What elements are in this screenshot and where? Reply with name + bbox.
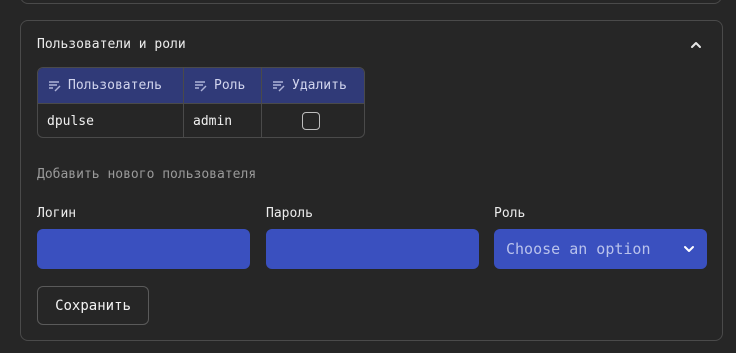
table-header: Пользователь Роль Удалить (38, 68, 364, 104)
column-label: Роль (214, 78, 246, 93)
edit-lines-icon (273, 80, 285, 91)
delete-cell (262, 104, 364, 137)
password-input[interactable] (266, 229, 479, 269)
login-label: Логин (37, 206, 77, 221)
login-input[interactable] (37, 229, 250, 269)
card-title: Пользователи и роли (37, 37, 186, 52)
role-cell[interactable]: admin (184, 104, 262, 137)
users-table: Пользователь Роль Удалить dpulse admin (37, 67, 365, 138)
column-header-user[interactable]: Пользователь (38, 68, 184, 103)
add-user-heading: Добавить нового пользователя (37, 167, 257, 182)
edit-lines-icon (49, 80, 61, 91)
edit-lines-icon (195, 80, 207, 91)
role-select-placeholder: Choose an option (506, 240, 651, 258)
column-label: Удалить (292, 78, 347, 93)
chevron-down-icon (684, 246, 694, 252)
password-label: Пароль (266, 206, 313, 221)
table-row: dpulse admin (38, 104, 364, 137)
role-label: Роль (494, 206, 526, 221)
save-button[interactable]: Сохранить (37, 286, 149, 325)
role-select[interactable]: Choose an option (494, 229, 707, 269)
chevron-up-icon[interactable] (689, 38, 703, 52)
column-header-delete[interactable]: Удалить (262, 68, 364, 103)
column-label: Пользователь (68, 78, 162, 93)
delete-checkbox[interactable] (302, 112, 320, 130)
users-roles-card: Пользователи и роли Пользователь Роль Уд… (20, 20, 723, 341)
column-header-role[interactable]: Роль (184, 68, 262, 103)
previous-card-edge (20, 0, 722, 4)
user-cell[interactable]: dpulse (38, 104, 184, 137)
